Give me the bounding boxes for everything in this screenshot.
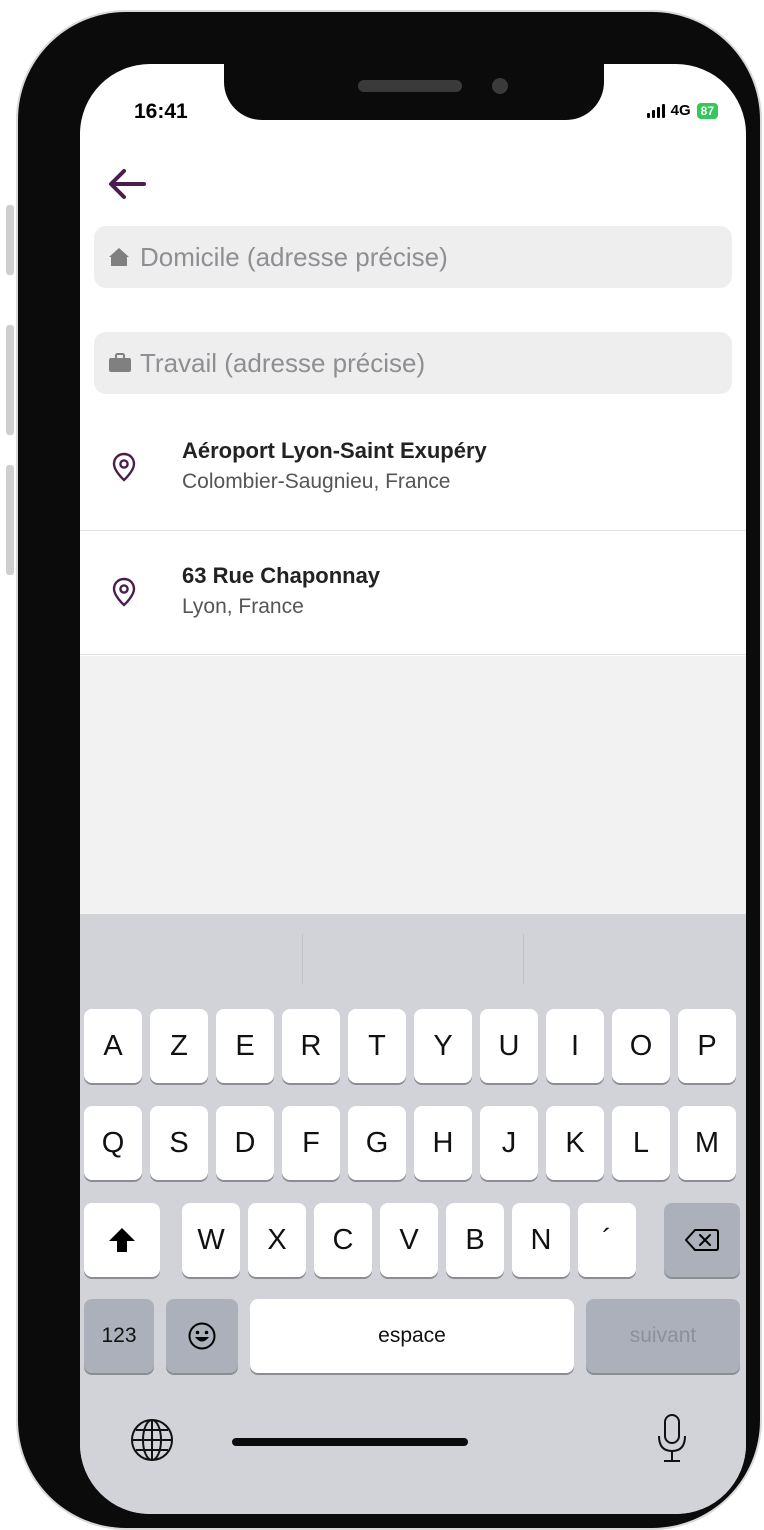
key-g[interactable]: G: [348, 1106, 406, 1180]
arrow-left-icon[interactable]: [104, 164, 150, 204]
side-button-volume-down: [6, 465, 14, 575]
key-f[interactable]: F: [282, 1106, 340, 1180]
key-m[interactable]: M: [678, 1106, 736, 1180]
key-e[interactable]: E: [216, 1009, 274, 1083]
side-button-volume-up: [6, 325, 14, 435]
location-pin-icon: [112, 452, 136, 482]
key-z[interactable]: Z: [150, 1009, 208, 1083]
keyboard: A Z E R T Y U I O P Q S D F G H J K L M …: [80, 914, 746, 1514]
suggestion-item[interactable]: 63 Rue Chaponnay Lyon, France: [80, 531, 746, 655]
key-a[interactable]: A: [84, 1009, 142, 1083]
microphone-icon[interactable]: [652, 1412, 692, 1466]
key-r[interactable]: R: [282, 1009, 340, 1083]
key-y[interactable]: Y: [414, 1009, 472, 1083]
work-address-field[interactable]: [94, 332, 732, 394]
prediction-divider: [302, 934, 303, 984]
key-d[interactable]: D: [216, 1106, 274, 1180]
camera: [492, 78, 508, 94]
key-n[interactable]: N: [512, 1203, 570, 1277]
status-time: 16:41: [134, 100, 188, 123]
emoji-icon[interactable]: [166, 1299, 238, 1373]
work-address-input[interactable]: [140, 347, 700, 379]
battery-icon: 87: [696, 102, 718, 119]
home-address-input[interactable]: [140, 241, 700, 273]
key-p[interactable]: P: [678, 1009, 736, 1083]
prediction-divider: [523, 934, 524, 984]
notch: [224, 58, 604, 120]
briefcase-icon: [108, 352, 132, 374]
phone-frame: 16:41 4G 87 Domicile (adresse précise) T…: [18, 12, 760, 1528]
key-u[interactable]: U: [480, 1009, 538, 1083]
key-c[interactable]: C: [314, 1203, 372, 1277]
key-b[interactable]: B: [446, 1203, 504, 1277]
key-q[interactable]: Q: [84, 1106, 142, 1180]
home-indicator[interactable]: [232, 1438, 468, 1446]
key-v[interactable]: V: [380, 1203, 438, 1277]
key-k[interactable]: K: [546, 1106, 604, 1180]
delete-icon[interactable]: [664, 1203, 740, 1277]
key-i[interactable]: I: [546, 1009, 604, 1083]
suggestion-subtitle: Lyon, France: [182, 595, 304, 618]
suggestion-subtitle: Colombier-Saugnieu, France: [182, 470, 451, 493]
key-o[interactable]: O: [612, 1009, 670, 1083]
home-icon: [108, 246, 132, 268]
globe-icon[interactable]: [128, 1416, 176, 1464]
key-t[interactable]: T: [348, 1009, 406, 1083]
suggestion-title: 63 Rue Chaponnay: [182, 563, 381, 588]
network-type: 4G: [670, 102, 691, 119]
home-address-field[interactable]: [94, 226, 732, 288]
status-indicators: 4G 87: [646, 102, 718, 119]
divider: [80, 654, 746, 655]
speaker: [358, 80, 462, 92]
numbers-key[interactable]: 123: [84, 1299, 154, 1373]
key-s[interactable]: S: [150, 1106, 208, 1180]
signal-icon: [646, 103, 665, 118]
key-w[interactable]: W: [182, 1203, 240, 1277]
key-l[interactable]: L: [612, 1106, 670, 1180]
location-pin-icon: [112, 577, 136, 607]
key-j[interactable]: J: [480, 1106, 538, 1180]
screen: 16:41 4G 87 Domicile (adresse précise) T…: [80, 64, 746, 1514]
side-button-silent: [6, 205, 14, 275]
empty-area: [80, 656, 746, 922]
suggestion-item[interactable]: Aéroport Lyon-Saint Exupéry Colombier-Sa…: [80, 406, 746, 530]
key-x[interactable]: X: [248, 1203, 306, 1277]
key-acute-accent[interactable]: ´: [578, 1203, 636, 1277]
shift-icon[interactable]: [84, 1203, 160, 1277]
suggestion-title: Aéroport Lyon-Saint Exupéry: [182, 438, 487, 463]
key-h[interactable]: H: [414, 1106, 472, 1180]
next-key[interactable]: suivant: [586, 1299, 740, 1373]
space-key[interactable]: espace: [250, 1299, 574, 1373]
